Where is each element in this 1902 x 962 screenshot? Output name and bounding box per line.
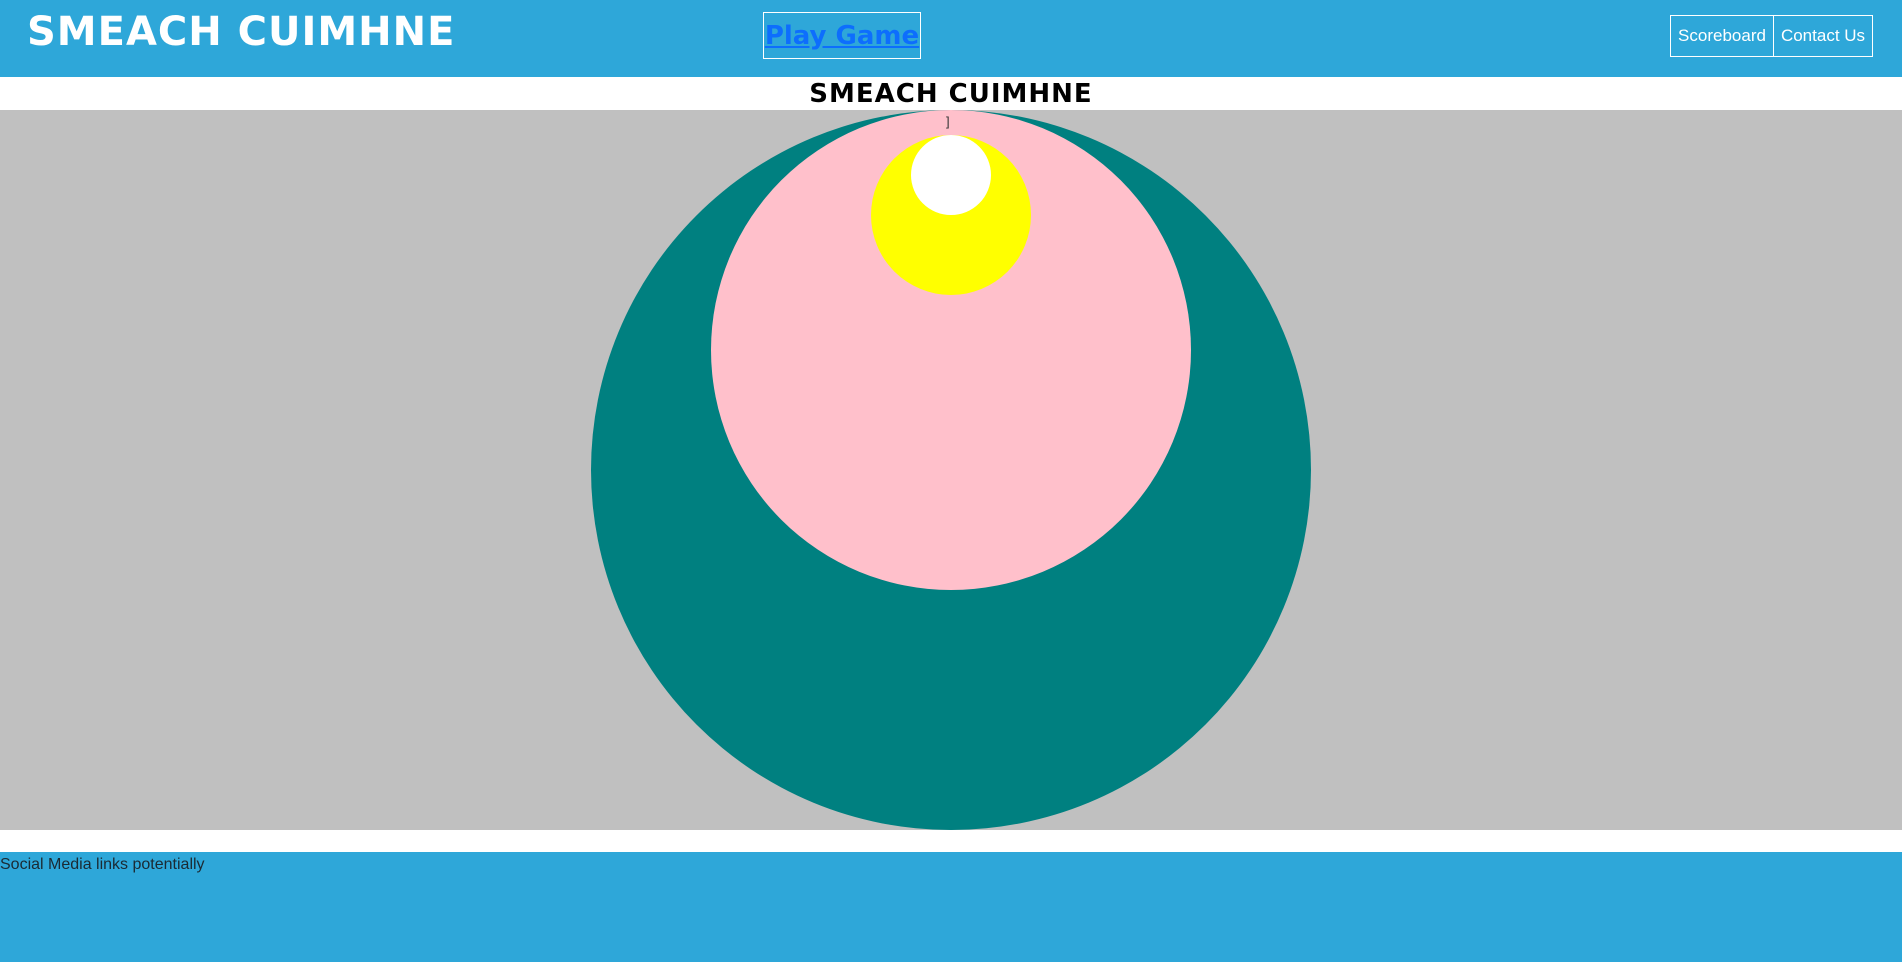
center-circle[interactable] xyxy=(911,135,991,215)
nav-scoreboard-link[interactable]: Scoreboard xyxy=(1670,15,1774,57)
page-title: SMEACH CUIMHNE xyxy=(809,79,1093,109)
site-footer: Social Media links potentially xyxy=(0,852,1902,962)
footer-text: Social Media links potentially xyxy=(0,856,205,873)
stray-text: ] xyxy=(946,114,950,129)
nav-contact-link[interactable]: Contact Us xyxy=(1773,15,1873,57)
site-header: SMEACH CUIMHNE Play Game Scoreboard Cont… xyxy=(0,0,1902,77)
game-area: ] xyxy=(0,110,1902,830)
play-game-link[interactable]: Play Game xyxy=(763,12,921,59)
top-nav: Scoreboard Contact Us xyxy=(1670,15,1873,57)
site-logo: SMEACH CUIMHNE xyxy=(27,9,456,55)
